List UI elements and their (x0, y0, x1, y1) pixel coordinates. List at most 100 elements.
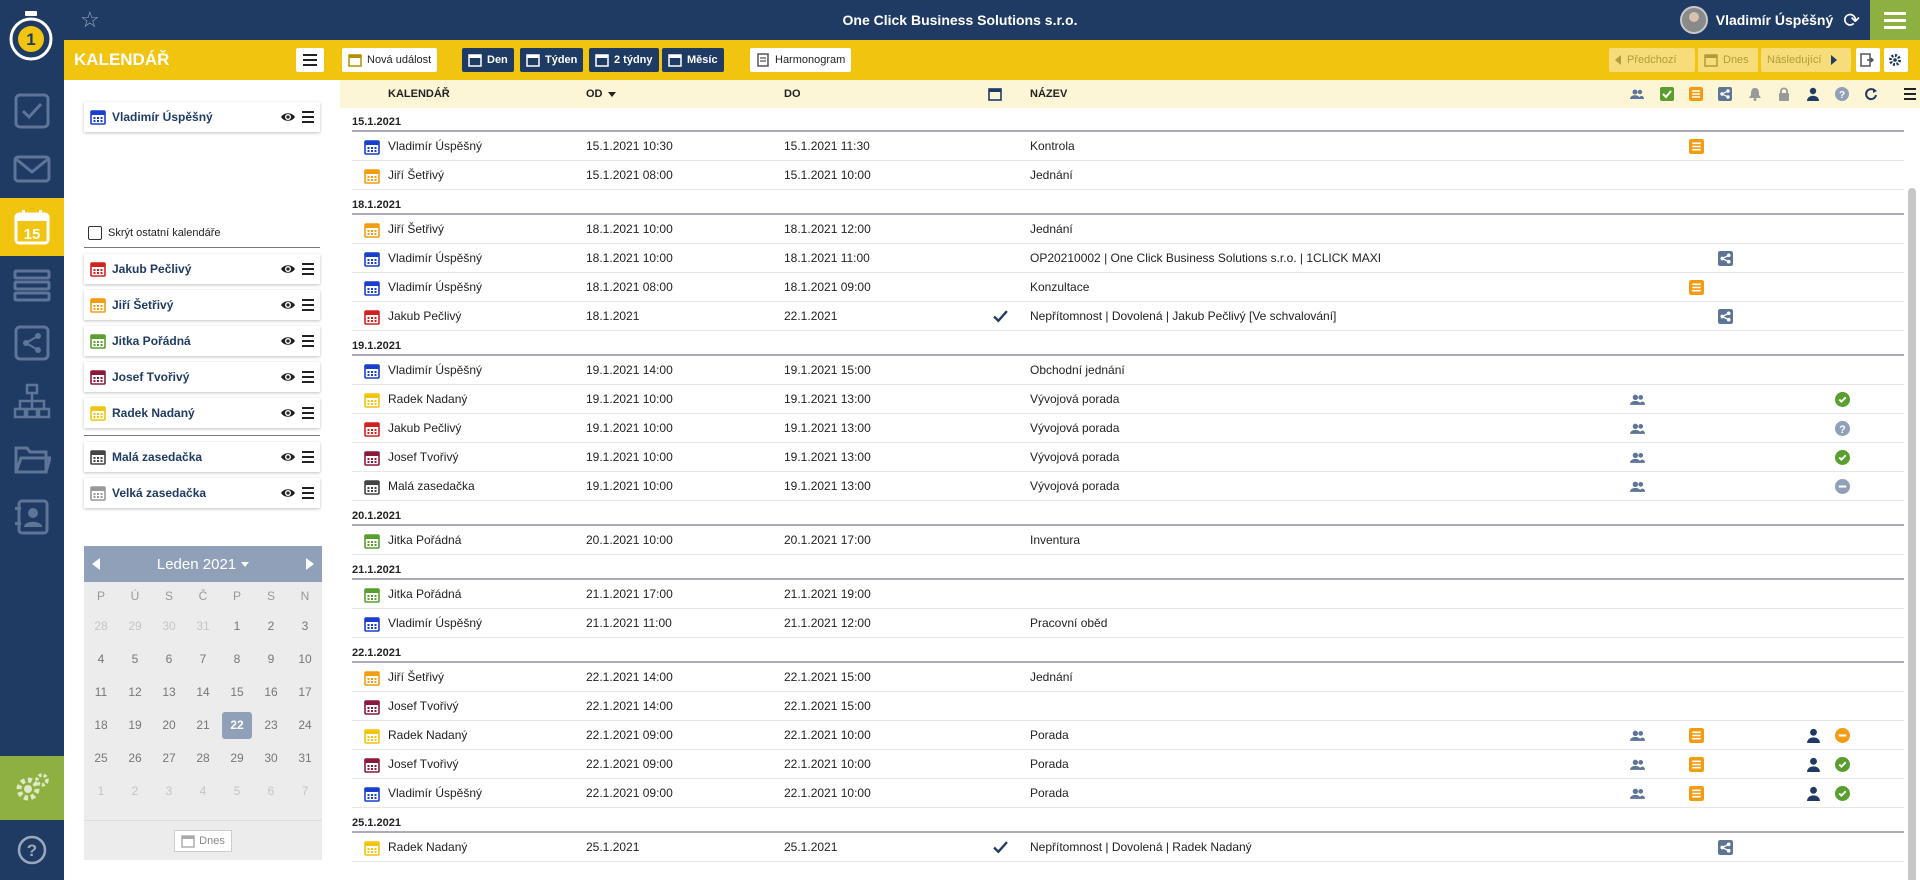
visibility-eye-icon[interactable] (280, 486, 296, 500)
mini-day[interactable]: 1 (220, 610, 254, 643)
visibility-eye-icon[interactable] (280, 110, 296, 124)
chevron-down-icon[interactable] (241, 561, 250, 567)
mini-day[interactable]: 11 (84, 676, 118, 709)
task-check-icon[interactable] (1660, 87, 1674, 101)
owner-icon[interactable] (1806, 757, 1821, 772)
item-menu-icon[interactable] (302, 371, 314, 383)
event-row[interactable]: Vladimír Úspěšný 18.1.2021 08:00 18.1.2021… (352, 273, 1904, 302)
mini-day[interactable]: 25 (84, 742, 118, 775)
mini-day[interactable]: 27 (152, 742, 186, 775)
mini-day[interactable]: 17 (288, 676, 322, 709)
view-two-weeks-button[interactable]: 2 týdny (589, 48, 659, 72)
mini-day[interactable]: 19 (118, 709, 152, 742)
status-none-icon[interactable] (1835, 479, 1850, 494)
mini-day[interactable]: 23 (254, 709, 288, 742)
attendees-icon[interactable] (1630, 786, 1645, 801)
item-menu-icon[interactable] (302, 335, 314, 347)
help-icon[interactable]: ? (0, 820, 64, 880)
event-row[interactable]: Josef Tvořivý 22.1.2021 09:00 22.1.2021 10… (352, 750, 1904, 779)
project-icon[interactable] (1689, 139, 1704, 154)
mini-day[interactable]: 24 (288, 709, 322, 742)
mini-day[interactable]: 2 (118, 775, 152, 808)
process-icon[interactable] (1718, 840, 1733, 855)
mini-day[interactable]: 9 (254, 643, 288, 676)
process-icon[interactable] (1718, 87, 1732, 101)
mini-day[interactable]: 20 (152, 709, 186, 742)
item-menu-icon[interactable] (302, 487, 314, 499)
attendees-icon[interactable] (1630, 421, 1645, 436)
column-from[interactable]: OD (586, 80, 616, 108)
scrollbar[interactable] (1908, 188, 1916, 880)
next-button[interactable]: Následující (1761, 48, 1851, 72)
visibility-eye-icon[interactable] (280, 370, 296, 384)
status-tentative-icon[interactable] (1835, 728, 1850, 743)
event-row[interactable]: Vladimír Úspěšný 22.1.2021 09:00 22.1.2021… (352, 779, 1904, 808)
event-row[interactable]: Jiří Šetřivý 22.1.2021 14:00 22.1.2021 15:… (352, 663, 1904, 692)
mail-nav-icon[interactable] (0, 140, 64, 198)
mini-day[interactable]: 30 (152, 610, 186, 643)
mini-day[interactable]: 3 (288, 610, 322, 643)
project-icon[interactable] (1689, 728, 1704, 743)
project-icon[interactable] (1689, 280, 1704, 295)
mini-day[interactable]: 2 (254, 610, 288, 643)
event-row[interactable]: Jakub Pečlivý 18.1.2021 22.1.2021 Nepřítomn… (352, 302, 1904, 331)
owner-icon[interactable] (1806, 87, 1820, 101)
process-icon[interactable] (1718, 251, 1733, 266)
attendees-icon[interactable] (1630, 392, 1645, 407)
item-menu-icon[interactable] (302, 407, 314, 419)
attendees-icon[interactable] (1630, 87, 1644, 101)
hide-others-checkbox[interactable] (88, 226, 102, 240)
visibility-eye-icon[interactable] (280, 262, 296, 276)
column-menu-icon[interactable] (1904, 88, 1916, 100)
event-row[interactable]: Vladimír Úspěšný 15.1.2021 10:30 15.1.2021… (352, 132, 1904, 161)
mini-day[interactable]: 1 (84, 775, 118, 808)
reminder-bell-icon[interactable] (1748, 87, 1762, 101)
tasks-nav-icon[interactable] (0, 82, 64, 140)
status-ok-icon[interactable] (1835, 757, 1850, 772)
process-icon[interactable] (1718, 309, 1733, 324)
attendees-icon[interactable] (1630, 728, 1645, 743)
visibility-eye-icon[interactable] (280, 334, 296, 348)
mini-day[interactable]: 16 (254, 676, 288, 709)
mini-day[interactable]: 29 (220, 742, 254, 775)
mini-day[interactable]: 18 (84, 709, 118, 742)
mini-day-today[interactable]: 22 (222, 712, 252, 739)
project-icon[interactable] (1689, 786, 1704, 801)
processes-nav-icon[interactable] (0, 314, 64, 372)
item-menu-icon[interactable] (302, 299, 314, 311)
contacts-nav-icon[interactable] (0, 488, 64, 546)
settings-button[interactable] (1884, 48, 1908, 72)
export-button[interactable] (1856, 48, 1880, 72)
new-event-button[interactable]: Nová událost (342, 48, 438, 72)
main-menu-button[interactable] (1870, 0, 1920, 40)
event-row[interactable]: Jiří Šetřivý 15.1.2021 08:00 15.1.2021 10:… (352, 161, 1904, 190)
mini-day[interactable]: 30 (254, 742, 288, 775)
mini-day[interactable]: 4 (186, 775, 220, 808)
schedule-button[interactable]: Harmonogram (750, 48, 852, 72)
owner-icon[interactable] (1806, 728, 1821, 743)
event-row[interactable]: Malá zasedačka 19.1.2021 10:00 19.1.2021 1… (352, 472, 1904, 501)
view-month-button[interactable]: Měsíc (662, 48, 724, 72)
records-nav-icon[interactable] (0, 256, 64, 314)
mini-day[interactable]: 28 (84, 610, 118, 643)
event-row[interactable]: Jitka Pořádná 20.1.2021 10:00 20.1.2021 17… (352, 526, 1904, 555)
mini-day[interactable]: 5 (220, 775, 254, 808)
status-unknown-icon[interactable]: ? (1835, 421, 1850, 436)
room-calendar-item[interactable]: Velká zasedačka (84, 478, 320, 508)
mini-day[interactable]: 26 (118, 742, 152, 775)
visibility-eye-icon[interactable] (280, 450, 296, 464)
view-week-button[interactable]: Týden (520, 48, 584, 72)
column-to[interactable]: DO (784, 80, 801, 108)
lock-icon[interactable] (1777, 87, 1791, 101)
calendar-item[interactable]: Radek Nadaný (84, 398, 320, 428)
documents-nav-icon[interactable] (0, 430, 64, 488)
repeat-icon[interactable] (1864, 87, 1878, 101)
user-menu[interactable]: Vladimír Úspěšný ⟳ (1679, 6, 1860, 34)
calendar-item[interactable]: Jiří Šetřivý (84, 290, 320, 320)
attendees-icon[interactable] (1630, 479, 1645, 494)
refresh-icon[interactable]: ⟳ (1843, 8, 1860, 33)
all-day-column-icon[interactable] (988, 87, 1002, 101)
calendar-item-own[interactable]: Vladimír Úspěšný (84, 102, 320, 132)
hide-other-calendars[interactable]: Skrýt ostatní kalendáře (88, 226, 221, 240)
event-row[interactable]: Vladimír Úspěšný 19.1.2021 14:00 19.1.2021… (352, 356, 1904, 385)
